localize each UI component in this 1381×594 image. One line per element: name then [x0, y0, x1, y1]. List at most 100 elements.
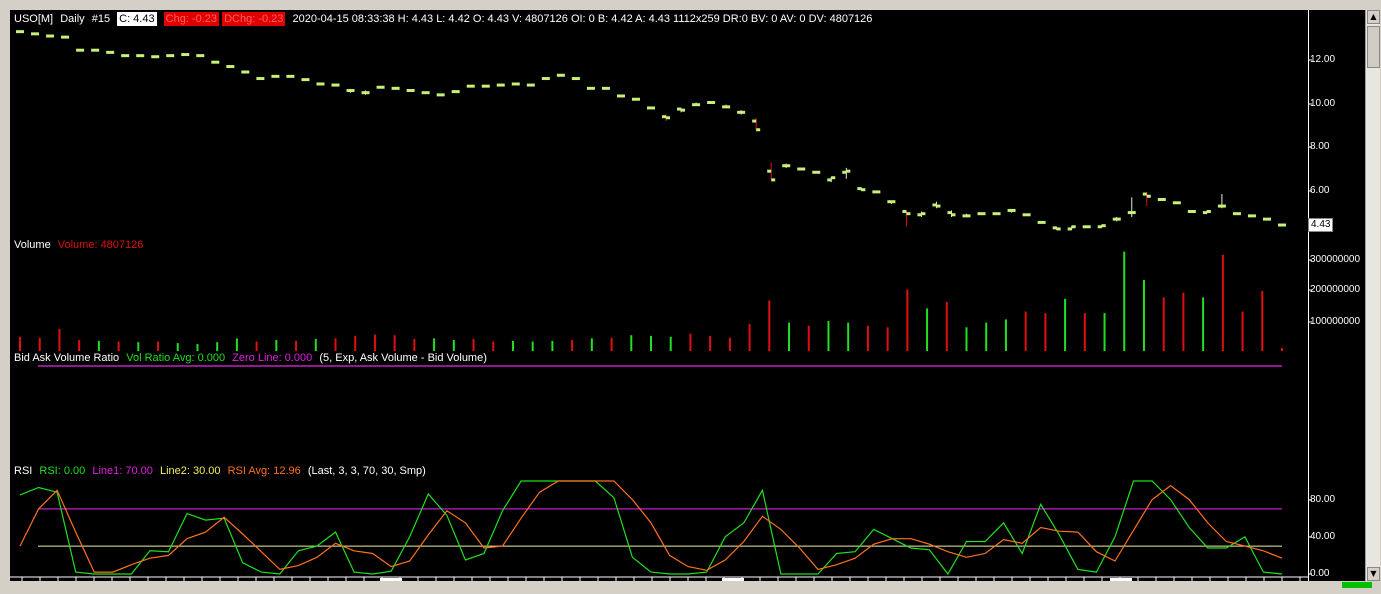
price-bar [842, 167, 851, 179]
rsi-tick-label: 80.00 [1310, 494, 1336, 505]
rsi-tick-label: 0.00 [1310, 568, 1330, 579]
chart-plot-area[interactable]: USO[M] Daily #15 C: 4.43 Chg: -0.23 DChg… [10, 10, 1308, 581]
volume-tick-label: 300000000 [1310, 254, 1361, 265]
price-bar [631, 97, 640, 101]
price-bar [211, 60, 220, 64]
price-bar [91, 48, 100, 52]
price-bar [526, 83, 535, 87]
price-bar [316, 82, 325, 86]
price-bar [737, 110, 746, 115]
price-bar [767, 162, 776, 182]
quote-details: 2020-04-15 08:33:38 H: 4.43 L: 4.42 O: 4… [292, 13, 873, 25]
price-tick-label: 10.00 [1310, 98, 1336, 109]
rsi-value-label: RSI: 0.00 [39, 465, 86, 477]
price-bar [241, 70, 250, 74]
price-bar [1172, 201, 1181, 205]
price-bar [707, 101, 716, 105]
price-bar [226, 65, 235, 69]
price-bar [376, 85, 385, 89]
rsi-header: RSI RSI: 0.00 Line1: 70.00 Line2: 30.00 … [14, 464, 430, 478]
price-bar [61, 35, 70, 39]
price-tick-label: 6.00 [1310, 185, 1330, 196]
price-bar [586, 86, 595, 90]
price-bar [902, 210, 911, 227]
status-indicator [1342, 582, 1372, 588]
price-bar [346, 89, 355, 93]
price-bar [136, 54, 145, 58]
price-bar [151, 55, 160, 59]
price-bar [451, 90, 460, 94]
price-bars-group [16, 30, 1286, 231]
study-number-label: #15 [91, 13, 111, 25]
time-marker [380, 578, 402, 581]
scroll-down-arrow-icon[interactable]: ▼ [1367, 567, 1380, 581]
price-bar [812, 170, 821, 174]
bid-ask-title: Bid Ask Volume Ratio [14, 352, 120, 364]
chart-svg[interactable] [10, 10, 1308, 581]
price-bar [1007, 208, 1016, 213]
price-bar [601, 86, 610, 90]
scroll-up-arrow-icon[interactable]: ▲ [1367, 10, 1380, 24]
price-bar [1217, 194, 1226, 209]
price-bar [1187, 210, 1196, 214]
price-bar [196, 54, 205, 58]
price-bar [166, 54, 175, 58]
symbol-label: USO[M] [14, 13, 54, 25]
price-bar [436, 93, 445, 97]
price-bar [256, 77, 265, 81]
volume-value: Volume: 4807126 [57, 239, 144, 251]
rsi-title: RSI [14, 465, 33, 477]
price-bar [662, 114, 671, 122]
price-bar [331, 83, 340, 87]
price-bar [1247, 214, 1256, 218]
price-bar [647, 106, 655, 110]
price-bar [181, 53, 190, 57]
price-bar [1142, 191, 1151, 207]
price-bar [797, 167, 806, 171]
bid-ask-header: Bid Ask Volume Ratio Vol Ratio Avg: 0.00… [14, 351, 491, 365]
price-bar [1202, 210, 1211, 215]
price-bar [1157, 198, 1166, 202]
value-axis[interactable]: 12.00 10.00 8.00 6.00 4.43 300000000 200… [1308, 10, 1365, 581]
price-bar [932, 201, 941, 209]
price-bar [1022, 213, 1031, 217]
price-bar [962, 213, 971, 218]
scroll-thumb[interactable] [1367, 26, 1380, 68]
price-bar [391, 86, 400, 90]
volume-title: Volume [14, 239, 51, 251]
price-bar [977, 212, 986, 216]
price-bar [616, 94, 625, 98]
price-bar [677, 107, 686, 113]
rsi-tick-label: 40.00 [1310, 531, 1336, 542]
price-bar [466, 84, 475, 88]
price-bar [31, 32, 40, 36]
close-value-box: C: 4.43 [117, 12, 157, 26]
vol-ratio-avg-label: Vol Ratio Avg: 0.000 [126, 352, 226, 364]
price-bar [887, 200, 896, 204]
rsi-avg-label: RSI Avg: 12.96 [227, 465, 301, 477]
vertical-scrollbar[interactable]: ▲ ▼ [1365, 10, 1380, 581]
price-bar [511, 82, 520, 86]
price-bar [541, 77, 550, 81]
time-marker [722, 578, 744, 581]
line1-label: Line1: 70.00 [92, 465, 153, 477]
time-axis-ticks [10, 576, 1308, 581]
price-bar [76, 48, 85, 52]
price-bar [421, 91, 430, 95]
price-bar [1037, 220, 1046, 224]
rsi-series-line [19, 480, 1283, 576]
interval-label: Daily [60, 13, 85, 25]
price-bar [1082, 225, 1091, 229]
price-bar [481, 84, 490, 88]
bid-ask-params: (5, Exp, Ask Volume - Bid Volume) [319, 352, 487, 364]
price-tick-label: 8.00 [1310, 141, 1330, 152]
price-bar [496, 83, 505, 87]
price-bar [872, 190, 881, 194]
price-bar [752, 117, 761, 132]
price-header: USO[M] Daily #15 C: 4.43 Chg: -0.23 DChg… [14, 12, 876, 26]
price-bar [692, 102, 701, 107]
price-bar [992, 212, 1001, 216]
price-bar [917, 211, 926, 217]
line2-label: Line2: 30.00 [159, 465, 221, 477]
price-bar [1067, 225, 1076, 231]
